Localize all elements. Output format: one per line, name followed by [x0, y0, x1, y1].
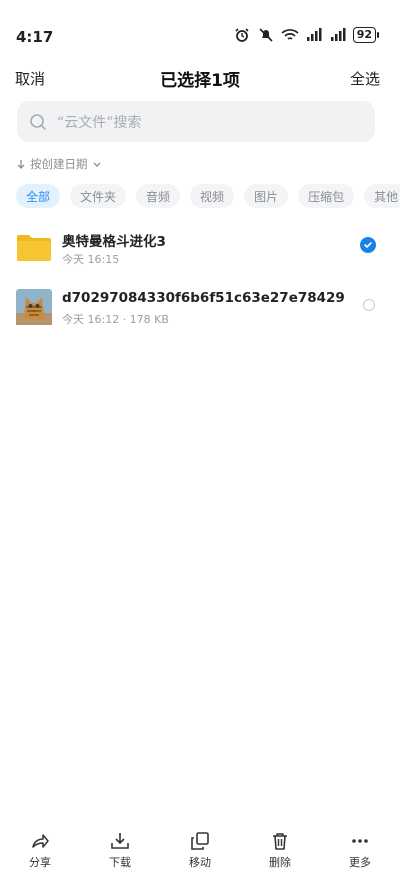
file-meta: 今天 16:12 · 178 KB — [62, 313, 169, 326]
download-icon — [111, 833, 129, 849]
download-button[interactable]: 下载 — [80, 821, 160, 881]
file-name: 奥特曼格斗进化3 — [62, 234, 166, 250]
delete-label: 删除 — [269, 856, 291, 869]
bottom-toolbar: 分享 下载 移动 删除 更多 — [0, 821, 400, 881]
search-input[interactable]: “云文件”搜索 — [17, 101, 375, 142]
status-icons: 92 — [233, 27, 380, 43]
search-placeholder: “云文件”搜索 — [57, 114, 142, 131]
checkbox-checked[interactable] — [360, 237, 376, 253]
select-all-button[interactable]: 全选 — [350, 68, 380, 89]
signal-icon-2 — [330, 28, 346, 41]
chip-other[interactable]: 其他 — [364, 184, 400, 208]
chip-all[interactable]: 全部 — [16, 184, 61, 208]
selection-header: 取消 已选择1项 全选 — [0, 64, 400, 94]
list-item[interactable]: d70297084330f6b6f51c63e27e78429 今天 16:12… — [0, 280, 400, 340]
more-button[interactable]: 更多 — [320, 821, 400, 881]
folder-icon — [17, 235, 51, 261]
page-title: 已选择1项 — [160, 71, 240, 91]
file-name: d70297084330f6b6f51c63e27e78429 — [62, 290, 345, 306]
list-item[interactable]: 奥特曼格斗进化3 今天 16:15 — [0, 220, 400, 280]
more-label: 更多 — [349, 856, 371, 869]
move-label: 移动 — [189, 856, 211, 869]
sort-selector[interactable]: 按创建日期 — [16, 156, 102, 172]
check-icon — [364, 242, 372, 249]
download-label: 下载 — [109, 856, 131, 869]
chip-audio[interactable]: 音频 — [136, 184, 181, 208]
chevron-down-icon — [93, 162, 100, 167]
share-button[interactable]: 分享 — [0, 821, 80, 881]
move-button[interactable]: 移动 — [160, 821, 240, 881]
move-icon — [191, 832, 209, 850]
wifi-icon — [281, 29, 299, 40]
chip-video[interactable]: 视频 — [190, 184, 235, 208]
chip-archive[interactable]: 压缩包 — [298, 184, 355, 208]
battery-indicator: 92 — [352, 27, 380, 43]
cat-image-thumbnail — [16, 289, 52, 325]
sort-label: 按创建日期 — [30, 157, 88, 171]
file-meta: 今天 16:15 — [62, 253, 120, 266]
alarm-icon — [235, 28, 249, 42]
filter-chips: 全部 文件夹 音频 视频 图片 压缩包 其他 — [16, 184, 400, 208]
delete-button[interactable]: 删除 — [240, 821, 320, 881]
status-bar: 4:17 92 — [0, 0, 400, 60]
mute-icon — [259, 28, 273, 42]
checkbox-unchecked[interactable] — [363, 299, 375, 311]
chip-folder[interactable]: 文件夹 — [70, 184, 127, 208]
arrow-down-icon — [17, 160, 25, 169]
signal-icon-1 — [306, 28, 322, 41]
search-icon — [30, 113, 46, 130]
more-icon — [352, 839, 368, 843]
chip-image[interactable]: 图片 — [244, 184, 289, 208]
share-label: 分享 — [29, 856, 51, 869]
share-icon — [32, 834, 49, 848]
trash-icon — [273, 833, 287, 850]
status-time: 4:17 — [16, 28, 54, 46]
